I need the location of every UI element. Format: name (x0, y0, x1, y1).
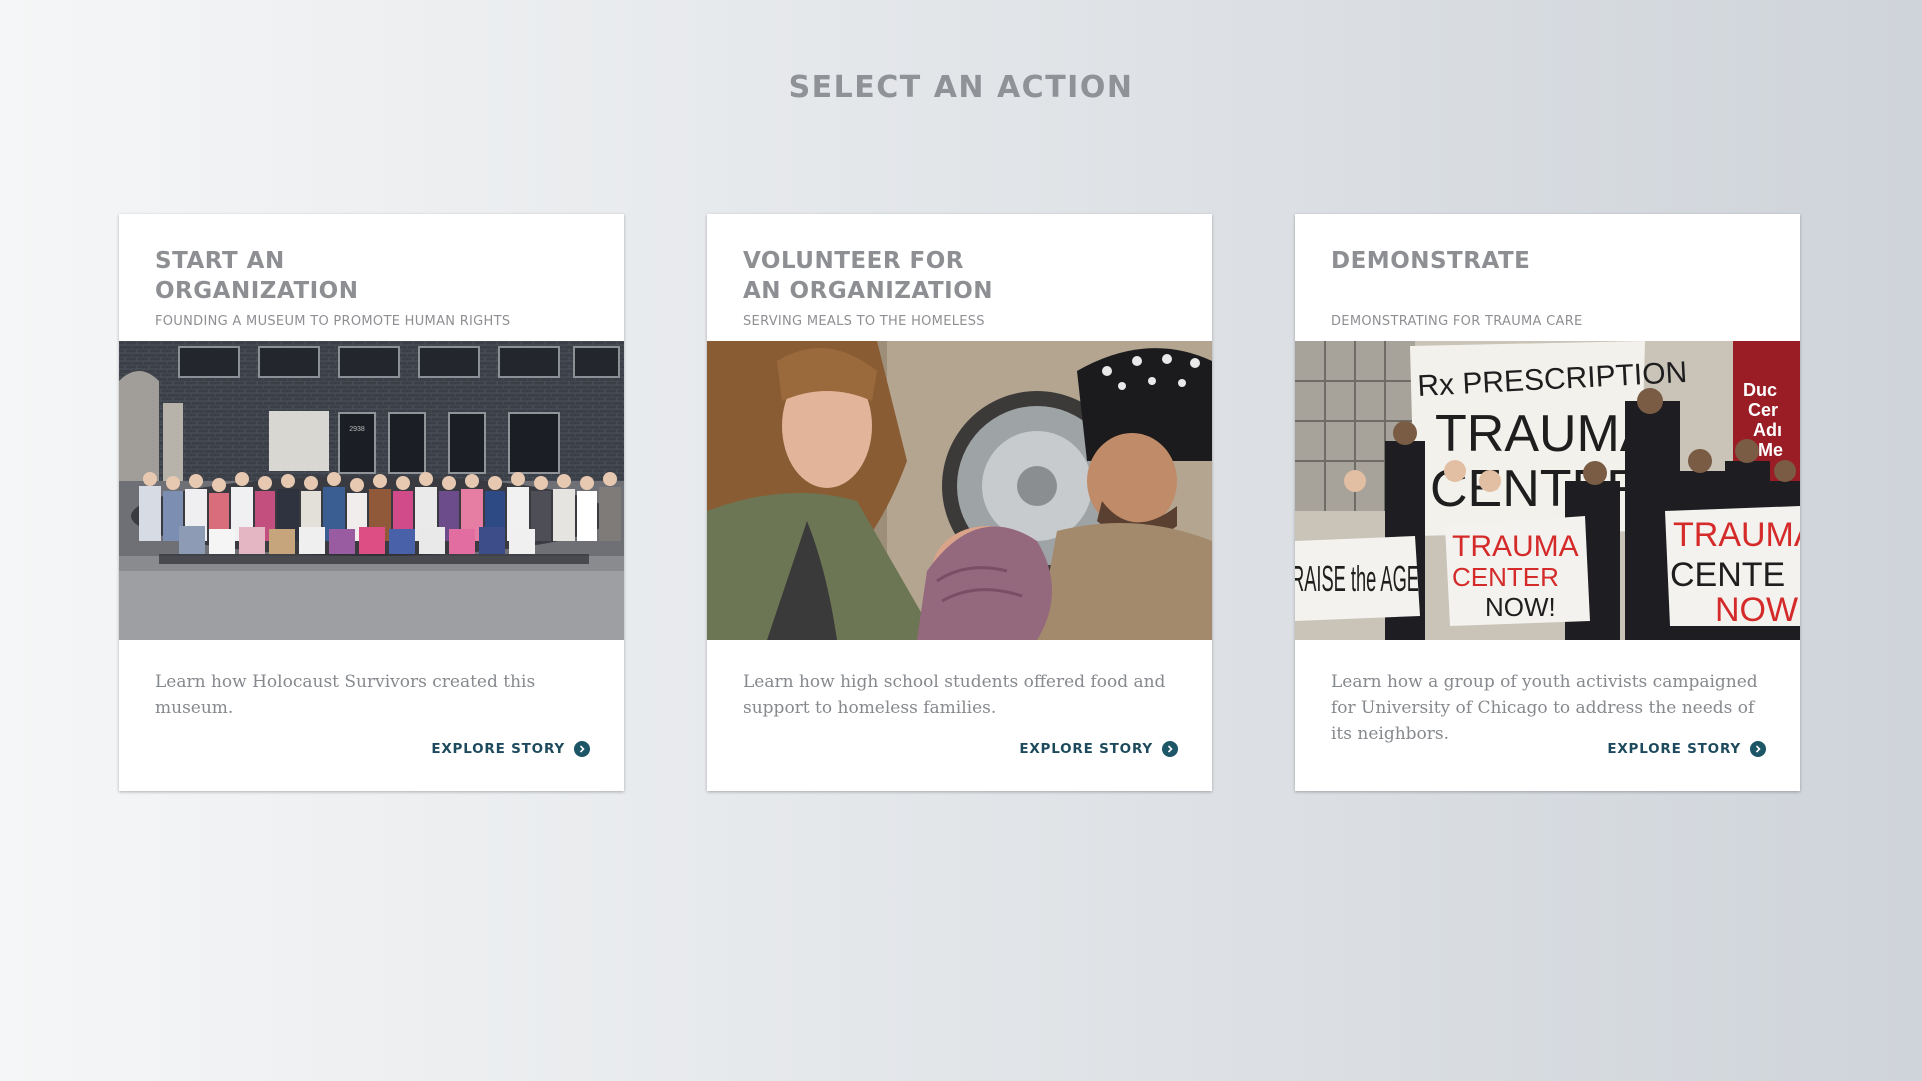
card-title: DEMONSTRATE (1331, 246, 1771, 276)
building-number: 2938 (349, 426, 365, 433)
protest-photo-icon: Duc Cer Adı Me Rx PRESCRIPTION TRAUMA CE… (1295, 341, 1800, 640)
building-sign-line: Me (1758, 440, 1783, 460)
action-card-demonstrate[interactable]: DEMONSTRATE DEMONSTRATING FOR TRAUMA CAR… (1295, 214, 1800, 791)
chevron-right-circle-icon (574, 741, 590, 757)
card-description: Learn how Holocaust Survivors created th… (155, 672, 536, 718)
card-subtitle: SERVING MEALS TO THE HOMELESS (743, 314, 985, 329)
action-card-volunteer[interactable]: VOLUNTEER FOR AN ORGANIZATION SERVING MEA… (707, 214, 1212, 791)
sign-text: RAISE the AGE (1295, 558, 1419, 599)
sign-text: CENTER (1452, 562, 1559, 592)
card-title-line: START AN ORGANIZATION (155, 248, 359, 304)
explore-story-button[interactable]: EXPLORE STORY (431, 741, 590, 757)
card-title: START AN ORGANIZATION (155, 246, 595, 306)
card-title-line: VOLUNTEER FOR AN ORGANIZATION (743, 248, 994, 304)
group-photo-icon: 2938 (119, 341, 624, 640)
explore-story-label: EXPLORE STORY (1607, 741, 1741, 757)
explore-story-label: EXPLORE STORY (431, 741, 565, 757)
card-description: Learn how high school students offered f… (743, 672, 1166, 718)
sign-text: TRAUMA (1673, 516, 1800, 554)
card-subtitle: FOUNDING A MUSEUM TO PROMOTE HUMAN RIGHT… (155, 314, 511, 329)
volunteers-photo-icon (707, 341, 1212, 640)
action-card-start-organization[interactable]: START AN ORGANIZATION FOUNDING A MUSEUM T… (119, 214, 624, 791)
sign-text: TRAUMA (1452, 530, 1579, 563)
card-subtitle: DEMONSTRATING FOR TRAUMA CARE (1331, 314, 1583, 329)
card-title-line: DEMONSTRATE (1331, 248, 1531, 274)
chevron-right-circle-icon (1162, 741, 1178, 757)
page-title: SELECT AN ACTION (788, 70, 1134, 105)
building-sign-line: Cer (1748, 400, 1778, 420)
banner-text: TRAUMA (1435, 405, 1655, 463)
explore-story-label: EXPLORE STORY (1019, 741, 1153, 757)
building-sign-line: Duc (1743, 380, 1777, 400)
card-description: Learn how a group of youth activists cam… (1331, 672, 1758, 744)
explore-story-button[interactable]: EXPLORE STORY (1019, 741, 1178, 757)
sign-text: CENTE (1670, 556, 1785, 594)
building-sign-line: Adı (1753, 420, 1782, 440)
card-title: VOLUNTEER FOR AN ORGANIZATION (743, 246, 1183, 306)
chevron-right-circle-icon (1750, 741, 1766, 757)
explore-story-button[interactable]: EXPLORE STORY (1607, 741, 1766, 757)
sign-text: NOW (1715, 591, 1798, 629)
sign-text: NOW! (1485, 592, 1556, 622)
